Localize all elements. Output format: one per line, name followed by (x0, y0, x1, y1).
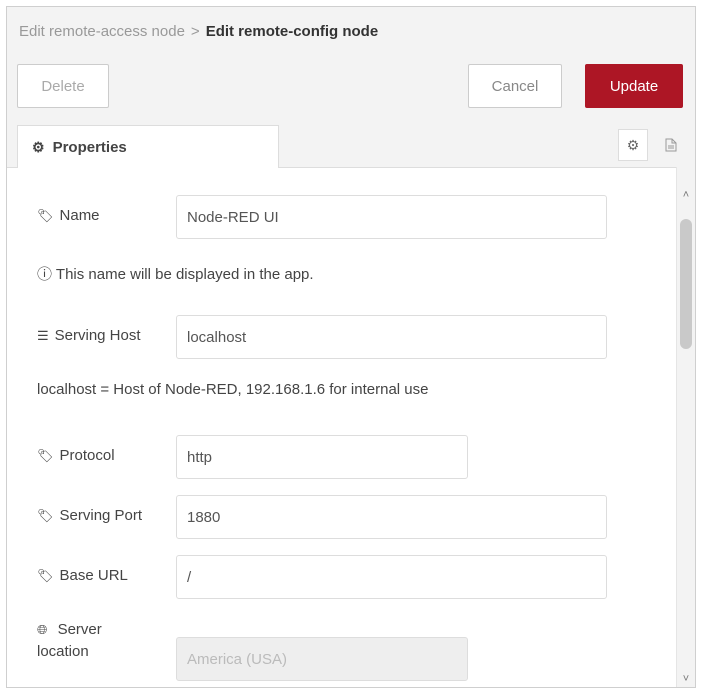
name-input[interactable]: Node-RED UI (176, 195, 607, 239)
base-url-label-text: Base URL (59, 567, 128, 584)
protocol-select[interactable]: http (176, 435, 468, 479)
name-label-text: Name (59, 207, 100, 224)
tab-properties-label: Properties (52, 138, 127, 156)
tag-icon: 🏷︎ (37, 567, 54, 583)
base-url-label: 🏷︎ Base URL (37, 567, 128, 584)
breadcrumb-separator: > (190, 22, 200, 40)
serving-port-label: 🏷︎ Serving Port (37, 507, 142, 524)
scroll-down-arrow-icon[interactable]: ˅ (677, 673, 695, 685)
tag-icon: 🏷︎ (37, 447, 54, 463)
properties-form: 🏷︎ Name Node-RED UI ⓘ This name will be … (7, 167, 677, 687)
name-label: 🏷︎ Name (37, 207, 100, 224)
name-hint-text: This name will be displayed in the app. (55, 266, 314, 283)
host-hint: localhost = Host of Node-RED, 192.168.1.… (37, 381, 429, 398)
protocol-label-text: Protocol (59, 447, 115, 464)
breadcrumb-current: Edit remote-config node (205, 22, 379, 40)
name-hint: ⓘ This name will be displayed in the app… (37, 263, 314, 284)
globe-icon: 🌐︎ (37, 622, 48, 637)
serving-port-label-text: Serving Port (59, 507, 143, 524)
serving-host-label: ☰ Serving Host (37, 327, 141, 344)
scrollbar[interactable]: ˄ ˅ (676, 167, 695, 687)
dialog-toolbar: Delete Cancel Update (7, 55, 695, 118)
edit-dialog: Edit remote-access node > Edit remote-co… (6, 6, 696, 688)
tag-icon: 🏷︎ (37, 507, 54, 523)
server-location-label-line2: location (37, 643, 89, 660)
delete-button[interactable]: Delete (17, 64, 109, 108)
document-icon (665, 138, 677, 152)
serving-host-input[interactable]: localhost (176, 315, 607, 359)
tab-properties[interactable]: ⚙ Properties (17, 125, 279, 168)
gear-icon: ⚙ (32, 138, 45, 155)
protocol-label: 🏷︎ Protocol (37, 447, 115, 464)
tag-icon: 🏷︎ (37, 207, 54, 223)
scrollbar-thumb[interactable] (680, 219, 692, 349)
server-location-select: America (USA) (176, 637, 468, 681)
serving-host-label-text: Serving Host (54, 327, 141, 344)
base-url-input[interactable]: / (176, 555, 607, 599)
update-button[interactable]: Update (585, 64, 683, 108)
description-tab-document-icon[interactable] (656, 129, 686, 161)
cancel-button[interactable]: Cancel (468, 64, 562, 108)
dialog-title-bar: Edit remote-access node > Edit remote-co… (7, 7, 695, 56)
server-location-label: 🌐︎ Server location (37, 619, 102, 663)
tab-bar: ⚙ Properties ⚙ (7, 117, 695, 168)
scroll-up-arrow-icon[interactable]: ˄ (677, 189, 695, 201)
breadcrumb-parent[interactable]: Edit remote-access node (19, 23, 185, 40)
server-location-label-line1: Server (57, 621, 102, 638)
info-circle-icon: ⓘ (37, 266, 53, 283)
serving-port-input[interactable]: 1880 (176, 495, 607, 539)
settings-tab-gear-icon[interactable]: ⚙ (618, 129, 648, 161)
list-icon: ☰ (37, 327, 49, 343)
